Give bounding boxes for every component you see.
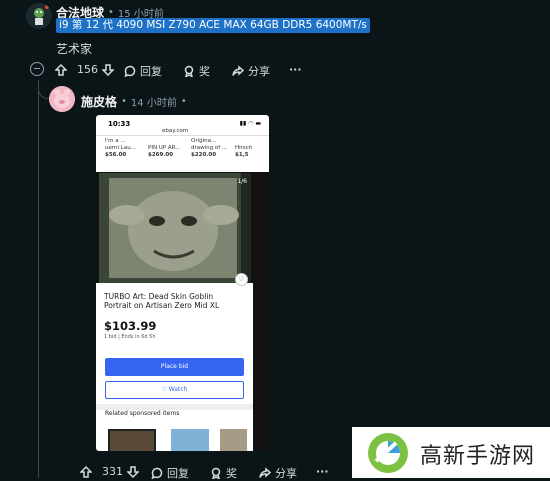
separator-dot: •: [108, 7, 114, 18]
user-avatar[interactable]: [49, 86, 75, 112]
status-time: 10:33: [108, 120, 131, 128]
listing-title: TURBO Art: Dead Skin Goblin Portrait on …: [104, 292, 220, 310]
thread-line[interactable]: [38, 80, 39, 478]
related-listings-strip: I'm a ... uerni Lau... $56.00 PIN UP AR...…: [96, 135, 269, 172]
listing-item: PIN UP AR... $269.00: [148, 145, 181, 158]
share-icon: [232, 65, 244, 76]
listing-item: Origina... drawing of ... $220.00: [191, 138, 228, 158]
goblin-face-icon: [99, 173, 251, 283]
avatar-icon: [49, 86, 75, 112]
separator-dot: •: [180, 96, 187, 107]
image-counter: 1/6: [237, 178, 247, 185]
downvote-icon[interactable]: [127, 465, 139, 478]
listing-card: ♡ TURBO Art: Dead Skin Goblin Portrait o…: [96, 273, 253, 451]
comment-image[interactable]: 10:33 ▮▮ ◠ ▬ ebay.com I'm a ... uerni Lau…: [96, 115, 269, 451]
award-label: 奖: [226, 467, 237, 480]
share-button[interactable]: 分享: [232, 63, 270, 79]
downvote-icon[interactable]: [102, 63, 114, 76]
comment-body: 艺术家: [56, 42, 93, 56]
reply-label: 回复: [140, 65, 162, 78]
reply-button[interactable]: 回复: [151, 465, 189, 481]
listing-item: I'm a ... uerni Lau... $56.00: [105, 138, 136, 158]
more-options-button[interactable]: ···: [289, 63, 302, 76]
comment-actions: 331: [80, 465, 139, 478]
timestamp: 14 小时前: [130, 98, 177, 109]
award-icon: [211, 467, 221, 479]
watch-button[interactable]: ♡ Watch: [105, 381, 244, 399]
collapse-thread-button[interactable]: [30, 62, 44, 76]
browser-url: ebay.com: [162, 128, 189, 134]
heart-icon[interactable]: ♡: [235, 273, 248, 286]
award-label: 奖: [199, 65, 210, 78]
comment-icon: [124, 65, 136, 77]
award-icon: [184, 65, 194, 77]
more-options-button[interactable]: ···: [316, 465, 329, 478]
vote-count: 156: [77, 63, 98, 76]
separator-dot: •: [121, 96, 127, 107]
related-heading: Related sponsored items: [105, 410, 180, 417]
share-label: 分享: [275, 467, 297, 480]
listing-item: Hirsch $1,5: [235, 145, 253, 158]
watermark-logo-icon: [368, 433, 408, 473]
watermark-text: 高新手游网: [420, 444, 536, 469]
upvote-icon[interactable]: [80, 465, 92, 478]
username[interactable]: 施皮格: [81, 93, 117, 110]
avatar-icon: [26, 3, 52, 29]
status-icons: ▮▮ ◠ ▬: [239, 120, 261, 127]
phone-status-bar: 10:33 ▮▮ ◠ ▬ ebay.com: [96, 115, 269, 135]
user-flair: i9 第 12 代 4090 MSI Z790 ACE MAX 64GB DDR…: [56, 18, 370, 33]
reply-label: 回复: [167, 467, 189, 480]
upvote-icon[interactable]: [55, 63, 67, 76]
place-bid-button[interactable]: Place bid: [105, 358, 244, 376]
comment-icon: [151, 467, 163, 479]
award-button[interactable]: 奖: [183, 63, 210, 79]
related-thumbnail: [108, 429, 156, 451]
site-watermark: 高新手游网: [352, 427, 550, 478]
reply-button[interactable]: 回复: [124, 63, 162, 79]
goblin-portrait-image: 1/6: [99, 173, 251, 283]
award-button[interactable]: 奖: [210, 465, 237, 481]
listing-price: $103.99: [104, 319, 157, 333]
share-button[interactable]: 分享: [259, 465, 297, 481]
comment-header: 施皮格 • 14 小时前 •: [81, 93, 187, 110]
share-label: 分享: [248, 65, 270, 78]
bid-info: 1 bid | Ends in 6d 5h: [104, 334, 156, 340]
user-avatar[interactable]: [26, 3, 52, 29]
related-thumbnail: [220, 429, 247, 451]
comment-actions: 156: [55, 63, 114, 76]
vote-count: 331: [102, 465, 123, 478]
related-thumbnail: [171, 429, 209, 451]
share-icon: [259, 467, 271, 478]
